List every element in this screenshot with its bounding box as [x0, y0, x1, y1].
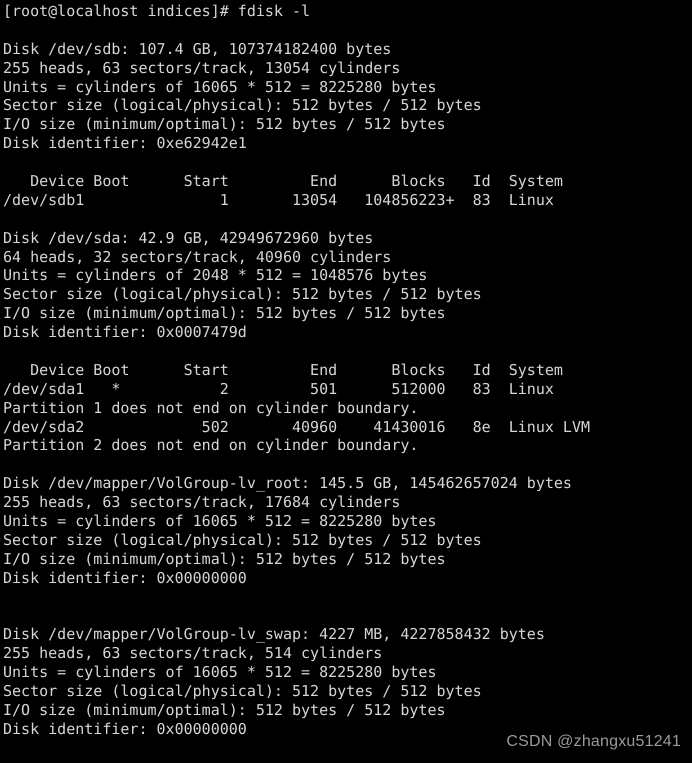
terminal-line-container: [root@localhost indices]# fdisk -l Disk …	[3, 2, 692, 739]
csdn-watermark: CSDN @zhangxu51241	[506, 733, 681, 750]
terminal-line: /dev/sda2 502 40960 41430016 8e Linux LV…	[3, 417, 590, 436]
terminal-line: I/O size (minimum/optimal): 512 bytes / …	[3, 700, 446, 719]
terminal-line: Disk identifier: 0x00000000	[3, 568, 247, 587]
terminal-line: Disk /dev/mapper/VolGroup-lv_swap: 4227 …	[3, 625, 545, 644]
terminal-line: Partition 2 does not end on cylinder bou…	[3, 436, 419, 455]
terminal-line: 255 heads, 63 sectors/track, 13054 cylin…	[3, 58, 401, 77]
terminal-line: /dev/sda1 * 2 501 512000 83 Linux	[3, 379, 554, 398]
terminal-line: Disk identifier: 0xe62942e1	[3, 134, 247, 153]
terminal-line: Sector size (logical/physical): 512 byte…	[3, 285, 482, 304]
terminal-line: I/O size (minimum/optimal): 512 bytes / …	[3, 115, 446, 134]
terminal-line: /dev/sdb1 1 13054 104856223+ 83 Linux	[3, 190, 554, 209]
terminal-line: Units = cylinders of 16065 * 512 = 82252…	[3, 512, 437, 531]
terminal-line: Disk identifier: 0x0007479d	[3, 323, 247, 342]
terminal-line: 64 heads, 32 sectors/track, 40960 cylind…	[3, 247, 392, 266]
terminal-line: 255 heads, 63 sectors/track, 17684 cylin…	[3, 493, 401, 512]
terminal-output-pane[interactable]: [root@localhost indices]# fdisk -l Disk …	[0, 0, 692, 763]
terminal-line: Disk /dev/sdb: 107.4 GB, 107374182400 by…	[3, 39, 392, 58]
terminal-line: Sector size (logical/physical): 512 byte…	[3, 530, 482, 549]
terminal-line: Units = cylinders of 2048 * 512 = 104857…	[3, 266, 428, 285]
terminal-line: Device Boot Start End Blocks Id System	[3, 172, 563, 191]
terminal-line: Disk /dev/sda: 42.9 GB, 42949672960 byte…	[3, 228, 374, 247]
terminal-line: 255 heads, 63 sectors/track, 514 cylinde…	[3, 644, 383, 663]
terminal-line: [root@localhost indices]# fdisk -l	[3, 2, 311, 20]
terminal-line: I/O size (minimum/optimal): 512 bytes / …	[3, 304, 446, 323]
terminal-line: Units = cylinders of 16065 * 512 = 82252…	[3, 77, 437, 96]
terminal-line: Units = cylinders of 16065 * 512 = 82252…	[3, 663, 437, 682]
terminal-line: I/O size (minimum/optimal): 512 bytes / …	[3, 549, 446, 568]
terminal-line: Device Boot Start End Blocks Id System	[3, 360, 563, 379]
terminal-line: Partition 1 does not end on cylinder bou…	[3, 398, 419, 417]
terminal-line: Sector size (logical/physical): 512 byte…	[3, 96, 482, 115]
terminal-line: Sector size (logical/physical): 512 byte…	[3, 682, 482, 701]
terminal-line: Disk /dev/mapper/VolGroup-lv_root: 145.5…	[3, 474, 572, 493]
